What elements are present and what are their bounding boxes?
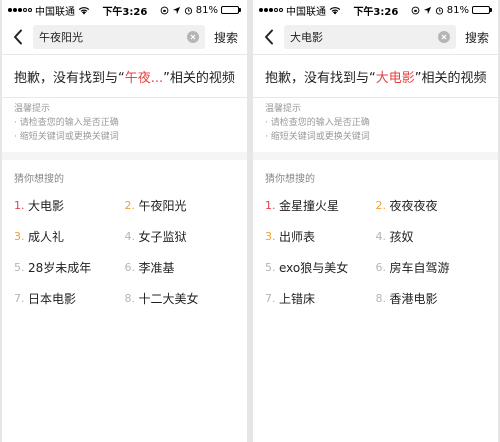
- status-bar: 中国联通 下午3:26 81%: [2, 0, 247, 20]
- search-input-box[interactable]: 午夜阳光: [33, 25, 205, 49]
- suggestion-item[interactable]: 1. 大电影: [14, 190, 125, 221]
- suggestions-title: 猜你想搜的: [14, 174, 64, 185]
- location-arrow-icon: [423, 6, 431, 14]
- carrier-label: 中国联通: [286, 6, 326, 18]
- suggestion-item[interactable]: 4. 孩奴: [376, 221, 487, 252]
- tips-section: 温馨提示 · 请检查您的输入是否正确 · 缩短关键词或更换关键词: [2, 98, 247, 152]
- status-time: 下午3:26: [353, 6, 399, 18]
- suggestion-item[interactable]: 6. 房车自驾游: [376, 252, 487, 283]
- no-results-message: 抱歉，没有找到与“ 午夜... ”相关的视频: [2, 55, 247, 97]
- carrier-label: 中国联通: [35, 6, 75, 18]
- status-time: 下午3:26: [102, 6, 148, 18]
- signal-icon: [8, 8, 32, 12]
- suggestion-item[interactable]: 2. 夜夜夜夜: [376, 190, 487, 221]
- chevron-left-icon: [265, 29, 273, 45]
- tip-item: · 请检查您的输入是否正确: [14, 118, 119, 128]
- tip-item: · 请检查您的输入是否正确: [265, 118, 370, 128]
- suggestion-item[interactable]: 4. 女子监狱: [125, 221, 236, 252]
- suggestions-list: 1. 金星撞火星 2. 夜夜夜夜 3. 出师表 4. 孩奴 5. exo狼与美女 6. 房车…: [253, 190, 498, 314]
- phone-screen-right: 中国联通 下午3:26 81% 大电影 搜索 抱歉，没有找到与“ 大电影 ”相关…: [253, 0, 498, 442]
- suggestion-item[interactable]: 5. exo狼与美女: [265, 252, 376, 283]
- clear-icon[interactable]: [186, 31, 199, 43]
- tip-item: · 缩短关键词或更换关键词: [14, 132, 119, 142]
- battery-percent: 81%: [446, 4, 469, 16]
- search-bar: 午夜阳光 搜索: [2, 20, 247, 54]
- search-input[interactable]: 大电影: [290, 29, 438, 45]
- suggestion-item[interactable]: 6. 李准基: [125, 252, 236, 283]
- suggestion-item[interactable]: 7. 日本电影: [14, 283, 125, 314]
- battery-percent: 81%: [195, 4, 218, 16]
- tips-section: 温馨提示 · 请检查您的输入是否正确 · 缩短关键词或更换关键词: [253, 98, 498, 152]
- chevron-left-icon: [14, 29, 22, 45]
- tip-item: · 缩短关键词或更换关键词: [265, 132, 370, 142]
- back-button[interactable]: [258, 25, 280, 49]
- no-results-message: 抱歉，没有找到与“ 大电影 ”相关的视频: [253, 55, 498, 97]
- wifi-icon: [329, 6, 341, 14]
- search-keyword: 午夜...: [124, 70, 164, 86]
- alarm-icon: [184, 6, 192, 15]
- location-arrow-icon: [172, 6, 180, 14]
- signal-icon: [259, 8, 283, 12]
- search-button[interactable]: 搜索: [205, 29, 242, 46]
- tips-title: 温馨提示: [14, 104, 51, 114]
- suggestions-list: 1. 大电影 2. 午夜阳光 3. 成人礼 4. 女子监狱 5. 28岁未成年 6. 李准基…: [2, 190, 247, 314]
- suggestion-item[interactable]: 5. 28岁未成年: [14, 252, 125, 283]
- search-input[interactable]: 午夜阳光: [39, 29, 187, 45]
- suggestion-item[interactable]: 7. 上错床: [265, 283, 376, 314]
- search-button[interactable]: 搜索: [456, 29, 493, 46]
- phone-screen-left: 中国联通 下午3:26 81% 午夜阳光 搜索 抱歉，没有找到与“ 午夜... …: [2, 0, 247, 442]
- wifi-icon: [78, 6, 90, 14]
- suggestion-item[interactable]: 8. 香港电影: [376, 283, 487, 314]
- battery-icon: [471, 6, 492, 14]
- battery-icon: [220, 6, 241, 14]
- rotation-lock-icon: [411, 6, 420, 14]
- suggestion-item[interactable]: 1. 金星撞火星: [265, 190, 376, 221]
- search-bar: 大电影 搜索: [253, 20, 498, 54]
- clear-icon[interactable]: [437, 31, 450, 43]
- screenshot-stage: 中国联通 下午3:26 81% 午夜阳光 搜索 抱歉，没有找到与“ 午夜... …: [0, 0, 500, 442]
- suggestion-item[interactable]: 2. 午夜阳光: [125, 190, 236, 221]
- suggestion-item[interactable]: 3. 成人礼: [14, 221, 125, 252]
- back-button[interactable]: [7, 25, 29, 49]
- search-keyword: 大电影: [375, 70, 415, 86]
- rotation-lock-icon: [160, 6, 169, 14]
- search-input-box[interactable]: 大电影: [284, 25, 456, 49]
- status-bar: 中国联通 下午3:26 81%: [253, 0, 498, 20]
- suggestions-title: 猜你想搜的: [265, 174, 315, 185]
- alarm-icon: [435, 6, 443, 15]
- suggestion-item[interactable]: 8. 十二大美女: [125, 283, 236, 314]
- suggestion-item[interactable]: 3. 出师表: [265, 221, 376, 252]
- tips-title: 温馨提示: [265, 104, 302, 114]
